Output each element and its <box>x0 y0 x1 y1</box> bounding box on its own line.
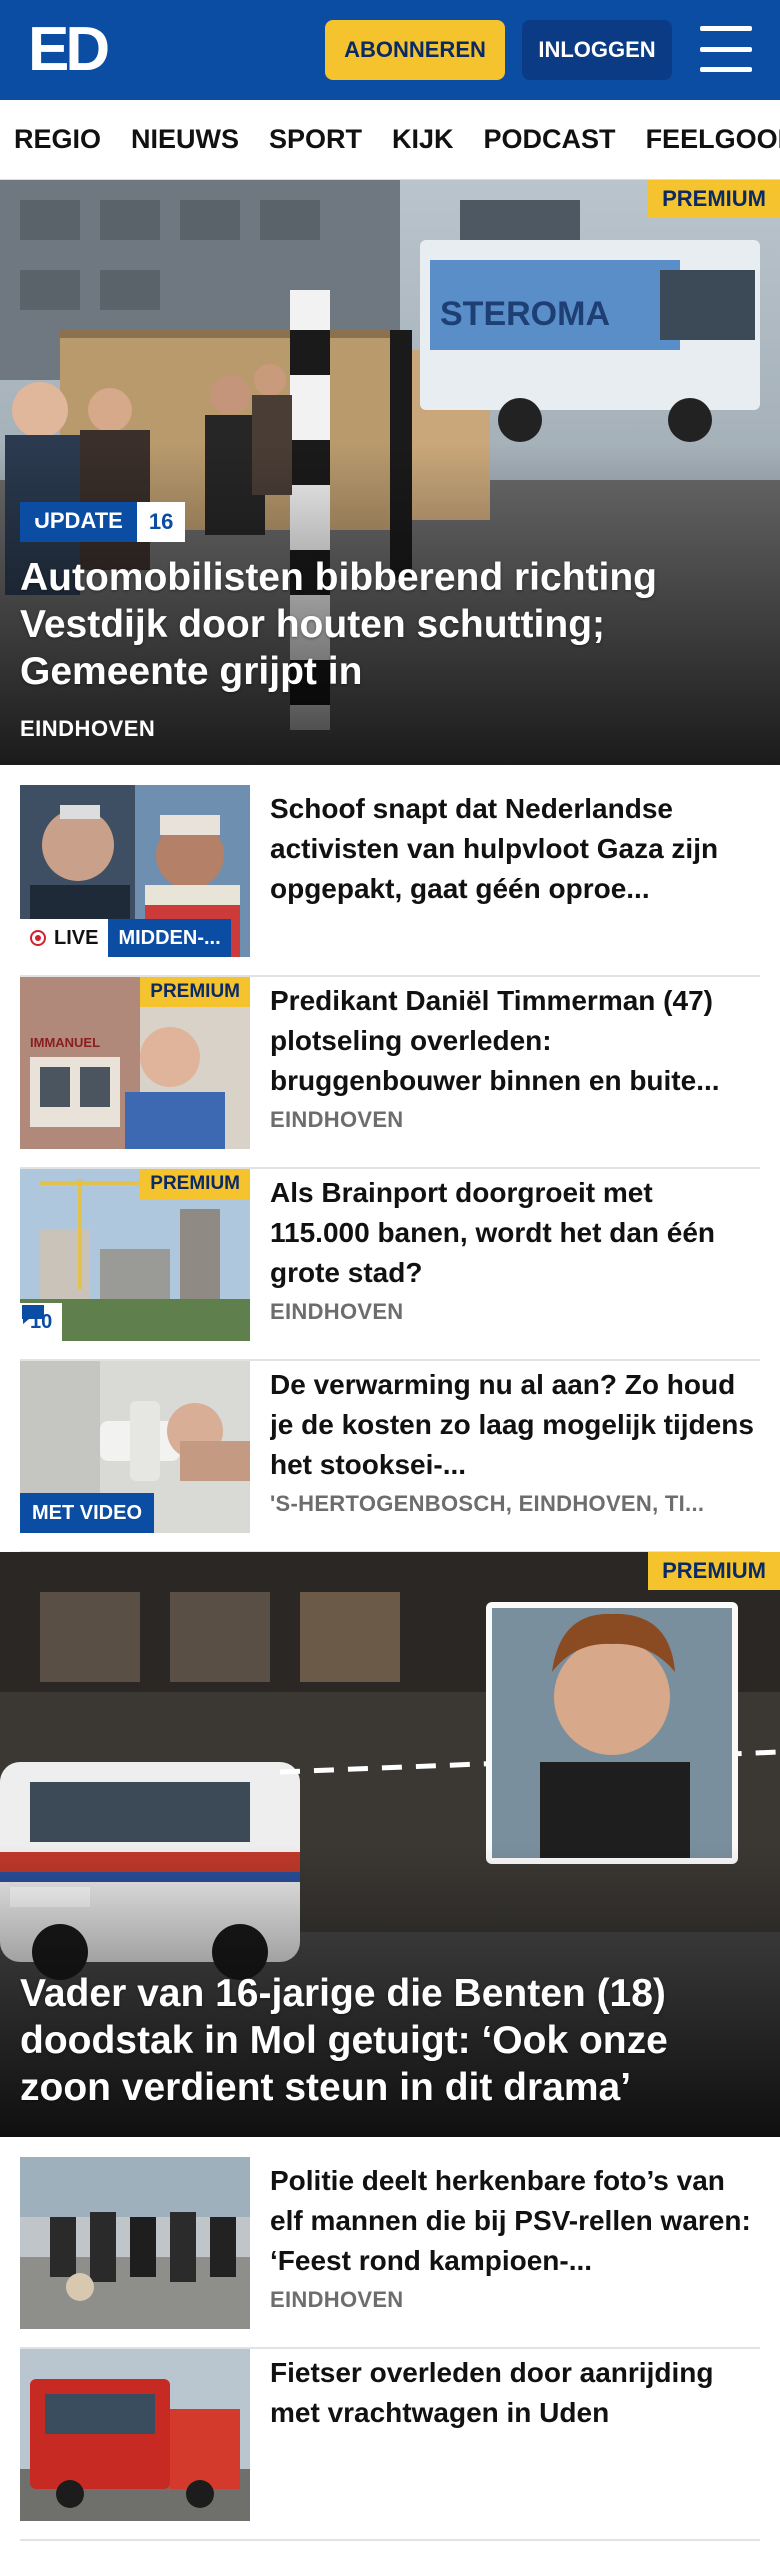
nav-item-regio[interactable]: REGIO <box>14 124 101 155</box>
login-button[interactable]: INLOGGEN <box>522 20 672 80</box>
article-title[interactable]: Fietser overleden door aanrijding met vr… <box>270 2353 760 2433</box>
nav-item-kijk[interactable]: KIJK <box>392 124 454 155</box>
article-title[interactable]: Politie deelt herkenbare foto’s van elf … <box>270 2161 760 2281</box>
nav-item-nieuws[interactable]: NIEUWS <box>131 124 239 155</box>
nav-item-sport[interactable]: SPORT <box>269 124 362 155</box>
article-title[interactable]: De verwarming nu al aan? Zo houd je de k… <box>270 1365 760 1485</box>
live-label: LIVE <box>54 926 99 949</box>
hero-title[interactable]: Vader van 16-jarige die Benten (18) dood… <box>20 1970 760 2111</box>
article-thumbnail: MET VIDEO <box>20 1361 250 1533</box>
article-region: 'S-HERTOGENBOSCH, EINDHOVEN, TI... <box>270 1491 705 1516</box>
article-thumbnail <box>20 2157 250 2329</box>
premium-badge: PREMIUM <box>140 977 250 1007</box>
live-badge: LIVE MIDDEN-... <box>20 919 231 957</box>
premium-badge: PREMIUM <box>648 1552 780 1590</box>
article-region: EINDHOVEN <box>270 1107 404 1132</box>
article-thumbnail: PREMIUM 10 <box>20 1169 250 1341</box>
thumbnail-image <box>20 2349 250 2521</box>
comment-icon <box>22 1305 44 1324</box>
top-bar: ED ABONNEREN INLOGGEN <box>0 0 780 100</box>
article-thumbnail <box>20 2349 250 2521</box>
ed-logo[interactable]: ED <box>28 15 118 84</box>
hero-article-2[interactable]: PREMIUM Vader van 16-jarige die Benten (… <box>0 1552 780 2137</box>
article-item[interactable]: MET VIDEO De verwarming nu al aan? Zo ho… <box>20 1361 760 1553</box>
article-thumbnail: LIVE MIDDEN-... <box>20 785 250 957</box>
subscribe-button[interactable]: ABONNEREN <box>325 20 505 80</box>
nav-item-podcast[interactable]: PODCAST <box>484 124 616 155</box>
hero-region: EINDHOVEN <box>20 716 156 741</box>
article-thumbnail: IMMANUEL PREMIUM <box>20 977 250 1149</box>
article-item[interactable]: IMMANUEL PREMIUM Predikant Daniël Timmer… <box>20 977 760 1169</box>
hero-title[interactable]: Automobilisten bibberend richting Vestdi… <box>20 554 760 695</box>
comment-count-badge: 10 <box>20 1303 63 1341</box>
article-item[interactable]: Politie deelt herkenbare foto’s van elf … <box>20 2157 760 2349</box>
article-title[interactable]: Schoof snapt dat Nederlandse activisten … <box>270 789 760 909</box>
video-badge: MET VIDEO <box>20 1493 155 1533</box>
article-item[interactable]: PREMIUM 10 Als Brainport doorgroeit met … <box>20 1169 760 1361</box>
comment-count: 16 <box>148 509 174 534</box>
article-item[interactable]: Fietser overleden door aanrijding met vr… <box>20 2349 760 2541</box>
nav-item-feelgood[interactable]: FEELGOOD <box>646 124 780 155</box>
premium-badge: PREMIUM <box>140 1169 250 1199</box>
comment-count-badge: 16 <box>22 502 186 542</box>
article-region: EINDHOVEN <box>270 1299 404 1324</box>
article-title[interactable]: Predikant Daniël Timmerman (47) plotseli… <box>270 981 760 1101</box>
hamburger-menu-icon[interactable] <box>700 26 752 72</box>
hero-badges: UPDATE 16 <box>20 502 186 542</box>
section-nav: REGIO NIEUWS SPORT KIJK PODCAST FEELGOOD… <box>0 100 780 180</box>
article-title[interactable]: Als Brainport doorgroeit met 115.000 ban… <box>270 1173 760 1293</box>
live-dot-icon <box>30 930 46 946</box>
thumbnail-image <box>20 2157 250 2329</box>
comment-icon <box>22 504 44 523</box>
premium-badge: PREMIUM <box>648 180 780 218</box>
hero-article[interactable]: STEROMA PREMIUM UPDATE 16 Automobilisten… <box>0 180 780 765</box>
category-label: MIDDEN-... <box>108 919 231 957</box>
article-region: EINDHOVEN <box>270 2287 404 2312</box>
article-item[interactable]: LIVE MIDDEN-... Schoof snapt dat Nederla… <box>20 785 760 977</box>
svg-text:IMMANUEL: IMMANUEL <box>30 1035 100 1050</box>
logo-text: ED <box>28 15 110 84</box>
